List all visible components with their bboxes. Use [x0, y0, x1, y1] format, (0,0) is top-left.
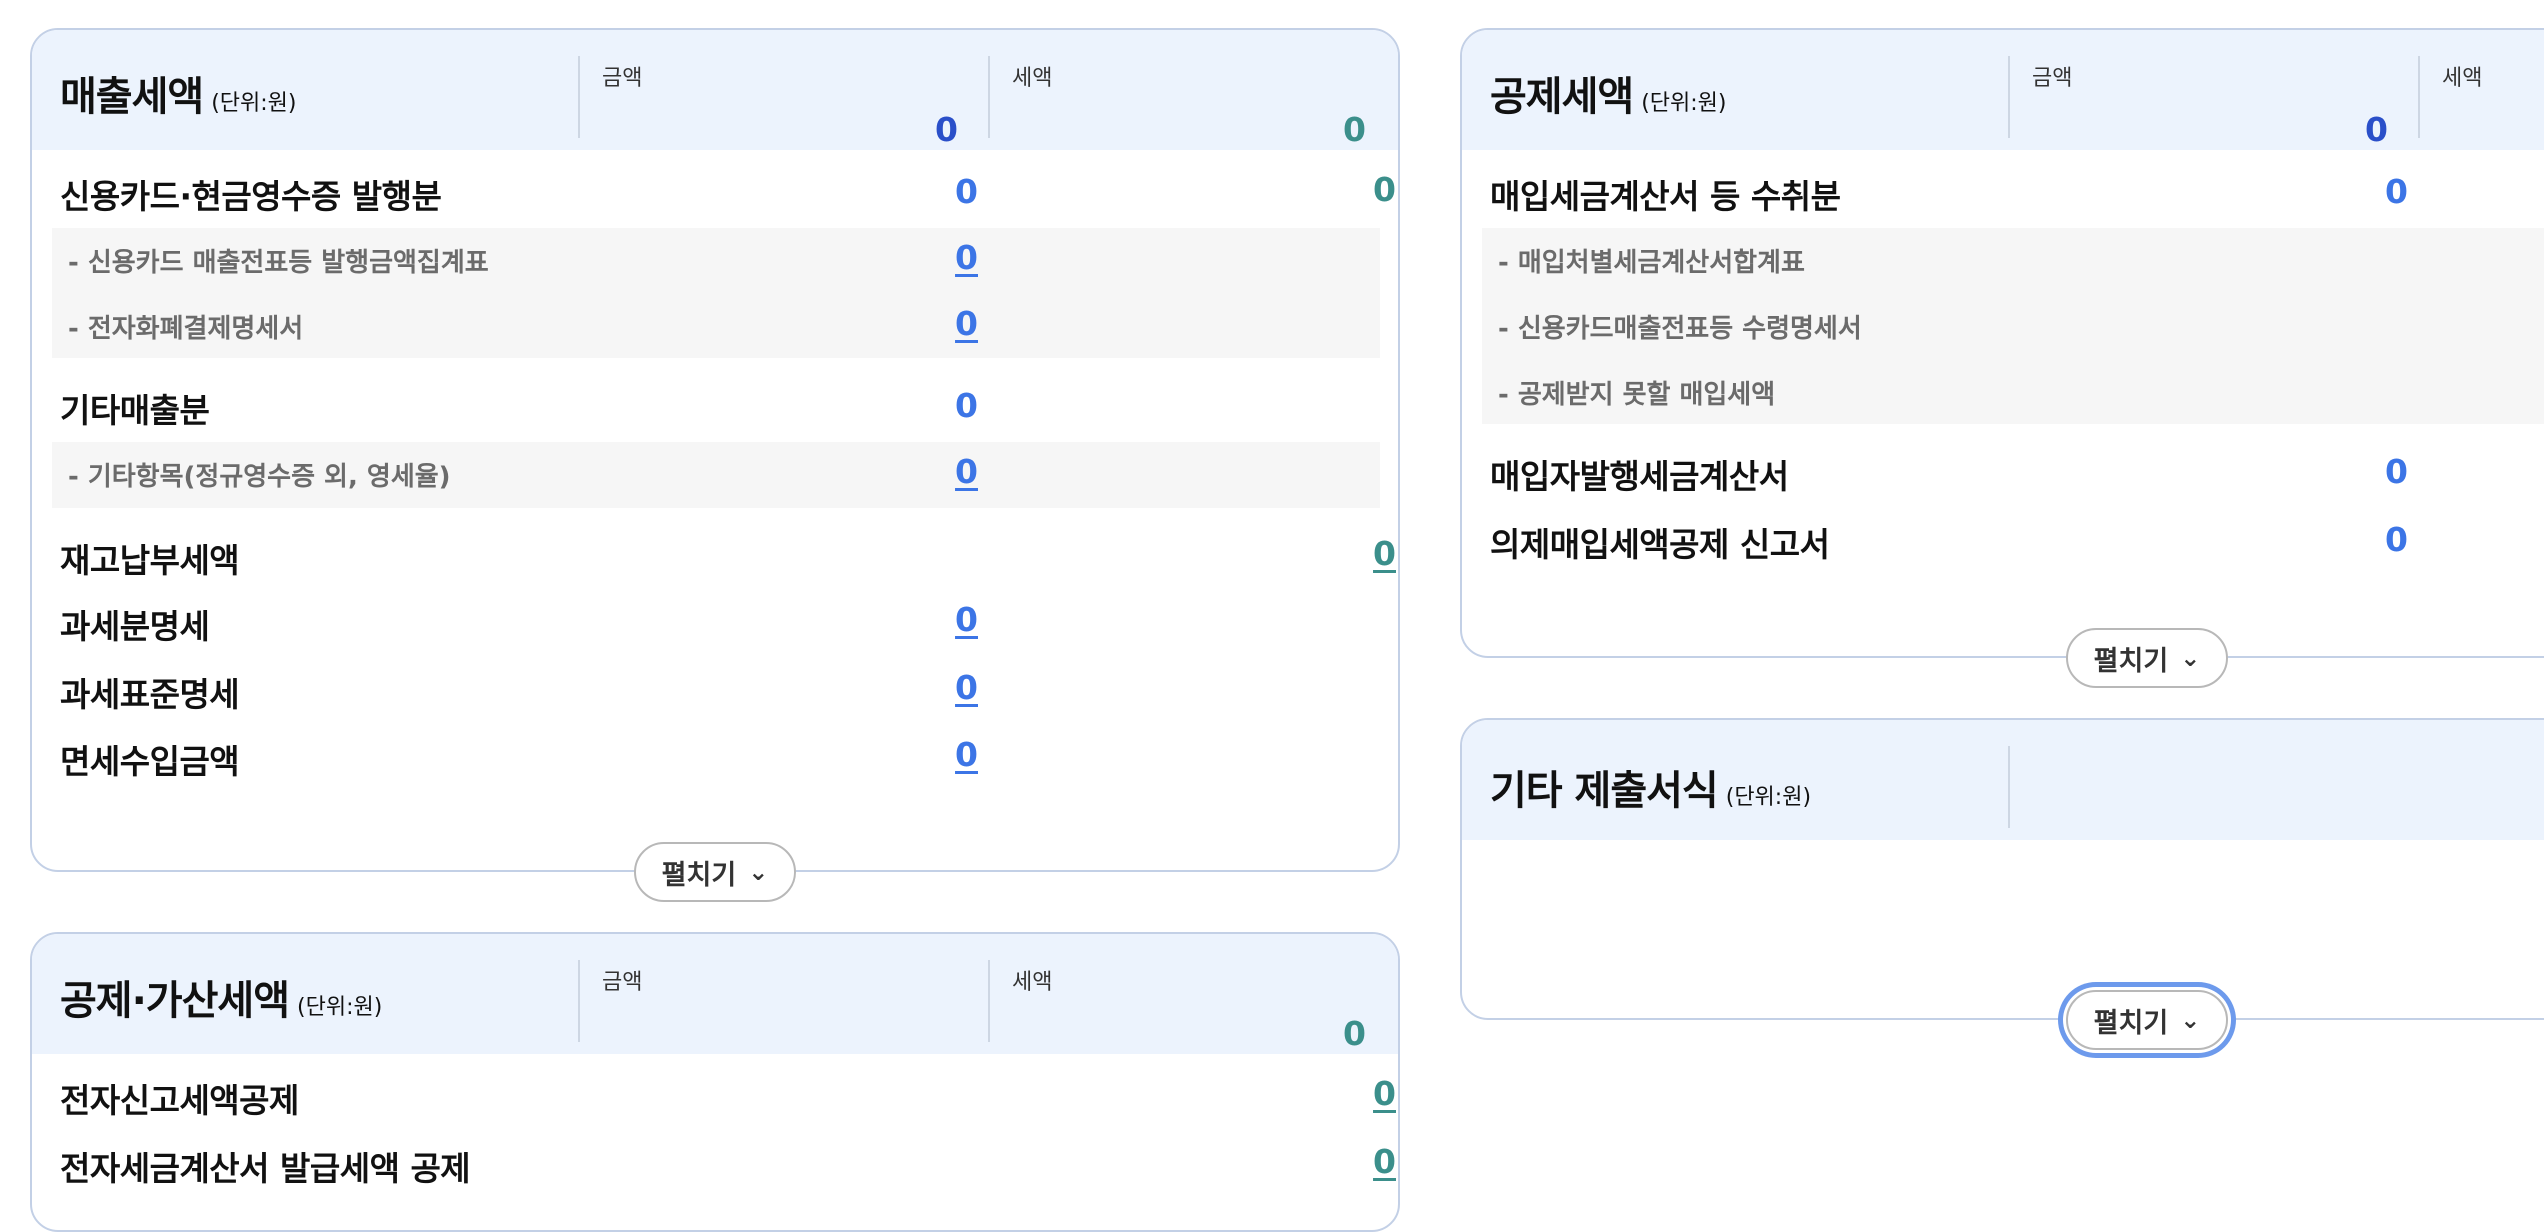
row-card-cash-receipt-issued: 신용카드·현금영수증 발행분 — [60, 177, 442, 216]
tax-label: 세액 — [1012, 66, 1053, 91]
sales-tax-card: 매출세액 (단위:원) 금액 0 세액 0 신용카드·현금영수증 발행분 0 0 … — [30, 28, 1400, 902]
sub-item-card-slip-amount-link[interactable]: 0 — [918, 238, 978, 277]
amount-label: 금액 — [602, 970, 643, 995]
deduction-tax-title: 공제세액 (단위:원) — [1490, 74, 1727, 120]
amount-label: 금액 — [602, 66, 643, 91]
amount-column-header: 금액 — [578, 960, 988, 1042]
deduction-tax-card: 공제세액 (단위:원) 금액 0 세액 매입세금계산서 등 수취분 0 - 매입처… — [1460, 28, 2544, 688]
sub-item-e-money-amount-link[interactable]: 0 — [918, 304, 978, 343]
row-card-cash-receipt-tax: 0 — [1373, 170, 1396, 209]
chevron-down-icon: ⌄ — [2180, 644, 2201, 672]
amount-label: 금액 — [2032, 66, 2073, 91]
tax-column-header: 세액 0 — [988, 960, 1400, 1053]
row-other-sales: 기타매출분 — [60, 391, 210, 430]
tax-column-header: 세액 — [2418, 56, 2544, 138]
row-tax-base-details-link[interactable]: 0 — [918, 668, 978, 707]
row-e-filing-credit: 전자신고세액공제 — [60, 1081, 299, 1120]
row-other-sales-amount: 0 — [955, 386, 978, 425]
sub-items-group: - 신용카드 매출전표등 발행금액집계표 0 - 전자화폐결제명세서 0 — [52, 228, 1380, 358]
unit-label: (단위:원) — [1725, 785, 1812, 810]
row-taxable-details: 과세분명세 — [60, 607, 210, 646]
row-tax-exempt-income-link[interactable]: 0 — [918, 735, 978, 774]
expand-button[interactable]: 펼치기 ⌄ — [2066, 990, 2228, 1050]
other-forms-card: 기타 제출서식 (단위:원) 펼치기 ⌄ — [1460, 718, 2544, 1050]
expand-label: 펼치기 — [661, 859, 737, 891]
row-card-cash-receipt-amount: 0 — [955, 172, 978, 211]
header-tax-value: 0 — [1343, 1014, 1366, 1053]
sub-item-card-slip-receipt-statement: - 신용카드매출전표등 수령명세서 — [1498, 314, 1862, 344]
row-purchase-invoice-amount: 0 — [2385, 172, 2408, 211]
row-deemed-input-tax-credit: 의제매입세액공제 신고서 — [1490, 525, 1830, 564]
amount-column-header: 금액 0 — [2008, 56, 2418, 149]
row-buyer-issued-invoice: 매입자발행세금계산서 — [1490, 457, 1789, 496]
row-inventory-tax-link[interactable]: 0 — [1336, 534, 1396, 573]
row-e-filing-credit-link[interactable]: 0 — [1336, 1074, 1396, 1113]
row-purchase-invoice-received: 매입세금계산서 등 수취분 — [1490, 177, 1841, 216]
sales-tax-header: 매출세액 (단위:원) 금액 0 세액 0 — [32, 30, 1398, 150]
header-amount-value: 0 — [2365, 110, 2388, 149]
row-tax-base-details: 과세표준명세 — [60, 675, 240, 714]
row-taxable-details-link[interactable]: 0 — [918, 600, 978, 639]
other-forms-header: 기타 제출서식 (단위:원) — [1462, 720, 2544, 840]
deduction-add-tax-header: 공제·가산세액 (단위:원) 금액 세액 0 — [32, 934, 1398, 1054]
sub-item-card-slip-summary: - 신용카드 매출전표등 발행금액집계표 — [68, 248, 489, 278]
sub-items-group: - 매입처별세금계산서합계표 - 신용카드매출전표등 수령명세서 - 공제받지 … — [1482, 228, 2544, 424]
row-e-invoice-issuance-credit: 전자세금계산서 발급세액 공제 — [60, 1149, 471, 1188]
row-buyer-issued-invoice-amount: 0 — [2385, 452, 2408, 491]
expand-label: 펼치기 — [2093, 645, 2169, 677]
tax-label: 세액 — [2442, 66, 2483, 91]
row-tax-exempt-income: 면세수입금액 — [60, 742, 240, 781]
deduction-add-tax-card: 공제·가산세액 (단위:원) 금액 세액 0 전자신고세액공제 0 전자세금계산서… — [30, 932, 1400, 1232]
header-amount-value: 0 — [935, 110, 958, 149]
sub-items-other-group: - 기타항목(정규영수증 외, 영세율) 0 — [52, 442, 1380, 508]
tax-column-header: 세액 0 — [988, 56, 1400, 149]
column-divider — [2008, 746, 2418, 828]
sales-tax-title: 매출세액 (단위:원) — [60, 74, 297, 120]
tax-label: 세액 — [1012, 970, 1053, 995]
header-tax-value: 0 — [1343, 110, 1366, 149]
sub-item-e-money-statement: - 전자화폐결제명세서 — [68, 314, 304, 344]
row-inventory-payment-tax: 재고납부세액 — [60, 541, 240, 580]
expand-label: 펼치기 — [2093, 1007, 2169, 1039]
unit-label: (단위:원) — [1641, 91, 1727, 116]
sub-item-other-items: - 기타항목(정규영수증 외, 영세율) — [68, 462, 451, 492]
row-deemed-input-tax-amount: 0 — [2385, 520, 2408, 559]
sub-item-other-items-amount-link[interactable]: 0 — [918, 452, 978, 491]
chevron-down-icon: ⌄ — [748, 858, 769, 886]
other-forms-title: 기타 제출서식 (단위:원) — [1490, 768, 1812, 814]
sub-item-non-deductible-input-tax: - 공제받지 못할 매입세액 — [1498, 380, 1776, 410]
expand-button[interactable]: 펼치기 ⌄ — [634, 842, 796, 902]
amount-column-header: 금액 0 — [578, 56, 988, 149]
deduction-add-tax-title: 공제·가산세액 (단위:원) — [60, 978, 383, 1024]
sub-item-purchase-invoice-summary: - 매입처별세금계산서합계표 — [1498, 248, 1805, 278]
unit-label: (단위:원) — [297, 995, 383, 1020]
chevron-down-icon: ⌄ — [2180, 1006, 2201, 1034]
expand-button[interactable]: 펼치기 ⌄ — [2066, 628, 2228, 688]
deduction-tax-header: 공제세액 (단위:원) 금액 0 세액 — [1462, 30, 2544, 150]
row-e-invoice-issuance-credit-link[interactable]: 0 — [1336, 1142, 1396, 1181]
unit-label: (단위:원) — [211, 91, 297, 116]
